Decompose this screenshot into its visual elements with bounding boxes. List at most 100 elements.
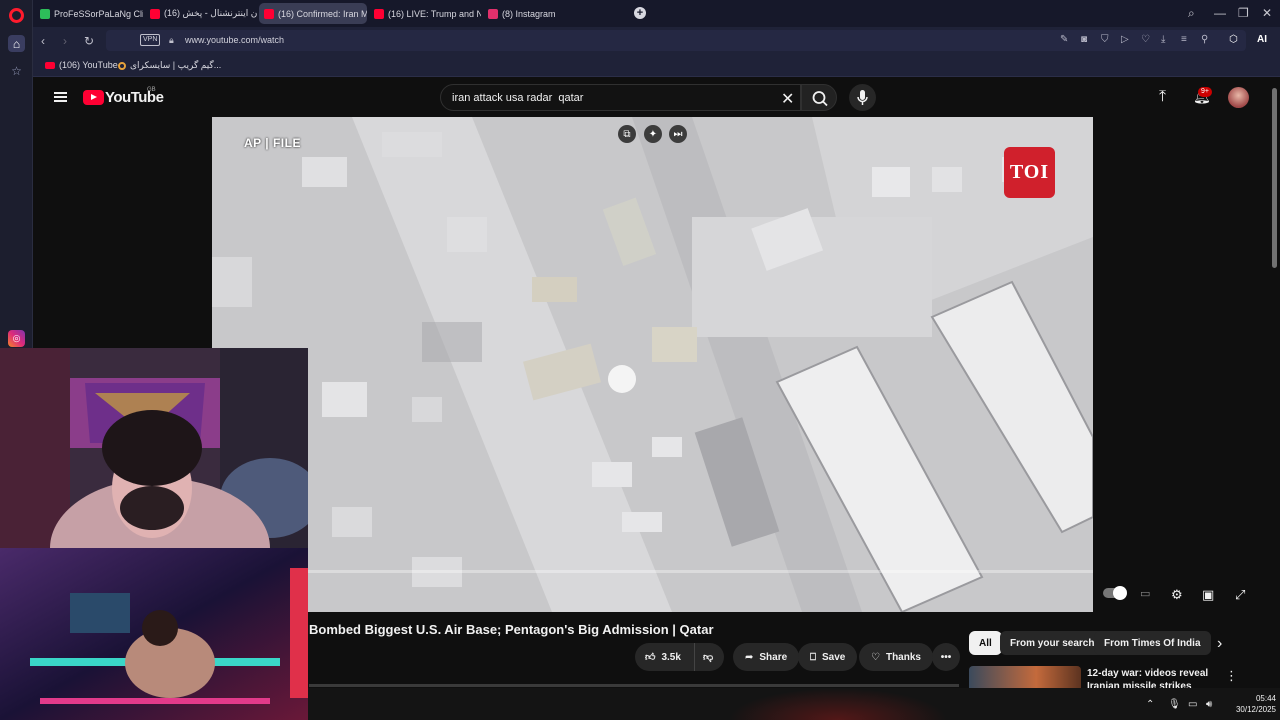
webcam-room-image — [0, 548, 308, 720]
instagram-icon[interactable]: ◎ — [8, 330, 25, 347]
thanks-label: Thanks — [885, 651, 921, 663]
microphone-icon — [857, 90, 868, 105]
ai-sparkle-icon[interactable]: ✦ — [644, 125, 662, 143]
bookmark-icon: ⎕ — [810, 651, 816, 663]
tab-3[interactable]: (16) LIVE: Trump and Neta — [369, 3, 481, 24]
taskbar-glow — [728, 688, 948, 720]
tab-label: (16) LIVE: Trump and Neta — [388, 8, 481, 19]
search-button[interactable] — [801, 84, 837, 111]
thumbs-down-icon: 👎︎ — [703, 652, 714, 663]
search-box[interactable]: ✕ — [440, 84, 801, 111]
webcam-face-image — [0, 348, 308, 548]
new-tab-button[interactable]: + — [634, 7, 646, 19]
notifications-badge: 9+ — [1198, 87, 1212, 97]
clock-date[interactable]: 30/12/2025 — [1226, 705, 1276, 714]
hamburger-menu-icon[interactable] — [54, 92, 67, 102]
tab-2-active[interactable]: (16) Confirmed: Iran M — [259, 3, 367, 24]
search-tabs-icon[interactable]: ⌕ — [1188, 6, 1195, 21]
chip-all[interactable]: All — [969, 631, 1002, 655]
shield-icon[interactable]: ⛉ — [1101, 34, 1109, 45]
upload-icon[interactable]: ⤒ — [1159, 88, 1166, 106]
avatar[interactable] — [1228, 87, 1249, 108]
camera-icon[interactable]: ◙ — [1081, 34, 1087, 45]
voice-search-button[interactable] — [849, 84, 876, 111]
chip-from-your-search[interactable]: From your search — [1000, 631, 1105, 655]
tab-0[interactable]: ProFeSSorPaLaNg Clips - — [35, 3, 143, 24]
tab-1[interactable]: (16) ایران اینترنشنال - پخش — [145, 3, 257, 24]
webcam-room-feed — [0, 548, 308, 720]
dislike-button[interactable]: 👎︎ — [694, 643, 724, 671]
aria-ai-button[interactable]: AI — [1257, 34, 1267, 45]
address-bar-row: ‹ › ↻ VPN 🔒︎ www.youtube.com/watch ✎ ◙ ⛉… — [33, 27, 1280, 54]
settings-gear-icon[interactable]: ⚙ — [1171, 587, 1183, 603]
bookmark-label: (106) YouTube — [59, 60, 118, 70]
video-title: Bombed Biggest U.S. Air Base; Pentagon's… — [309, 622, 714, 637]
source-overlay-label: AP | FILE — [244, 136, 301, 150]
like-button[interactable]: 👍︎ 3.5k — [635, 643, 694, 671]
more-horizontal-icon: ••• — [940, 651, 952, 663]
skip-icon[interactable]: ⏭ — [669, 125, 687, 143]
gamegrip-favicon-icon — [118, 61, 126, 70]
system-taskbar: ⌃ 🎙︎ ▭ 🔊︎ 05:44 30/12/2025 — [308, 688, 1280, 720]
thanks-heart-icon: ♡ — [871, 651, 880, 663]
autoplay-toggle[interactable] — [1103, 586, 1127, 600]
menu-icon[interactable]: ≡ — [1181, 34, 1187, 45]
youtube-logo-icon[interactable] — [83, 90, 104, 105]
edit-icon[interactable]: ✎ — [1060, 34, 1068, 45]
star-icon[interactable]: ☆ — [8, 62, 25, 79]
share-button[interactable]: ➦ Share — [733, 643, 800, 671]
tray-chevron-up-icon[interactable]: ⌃ — [1146, 699, 1154, 710]
video-progress-bar[interactable] — [307, 570, 1093, 573]
search-input[interactable] — [452, 92, 772, 104]
tab-favicon-icon — [40, 8, 50, 19]
heart-icon[interactable]: ♡ — [1141, 34, 1150, 45]
bookmark-gamegrip[interactable]: گیم گریپ | سایسکرای... — [118, 60, 221, 71]
youtube-favicon-icon — [150, 8, 160, 19]
toi-brand-logo: TOI — [1004, 147, 1055, 198]
chevron-right-icon[interactable]: › — [1217, 635, 1222, 653]
forward-icon[interactable]: › — [63, 34, 67, 48]
more-actions-button[interactable]: ••• — [932, 643, 960, 671]
play-icon[interactable]: ▷ — [1121, 34, 1129, 45]
clock-time[interactable]: 05:44 — [1248, 694, 1276, 703]
miniplayer-icon[interactable]: ⧉ — [618, 125, 636, 143]
tab-4[interactable]: (8) Instagram — [483, 3, 593, 24]
share-arrow-icon: ➦ — [745, 651, 754, 663]
url-text[interactable]: www.youtube.com/watch — [185, 35, 284, 45]
chip-from-times-of-india[interactable]: From Times Of India — [1094, 631, 1211, 655]
subtitles-icon[interactable]: ▭ — [1140, 587, 1150, 600]
theater-mode-icon[interactable]: ▣ — [1202, 587, 1214, 603]
like-count: 3.5k — [661, 651, 681, 663]
extension-cube-icon[interactable]: ⬡ — [1229, 34, 1238, 45]
tab-label: (16) Confirmed: Iran M — [278, 8, 367, 19]
vpn-badge[interactable]: VPN — [140, 34, 161, 46]
profile-icon[interactable]: ⚲ — [1201, 34, 1208, 45]
download-icon[interactable]: ⤓ — [1161, 34, 1165, 45]
restore-icon[interactable]: ❐ — [1238, 6, 1249, 20]
tray-speaker-icon[interactable]: 🔊︎ — [1206, 699, 1212, 710]
bookmark-label: گیم گریپ | سایسکرای... — [130, 60, 222, 70]
close-window-icon[interactable]: ✕ — [1262, 6, 1272, 20]
back-icon[interactable]: ‹ — [41, 34, 45, 48]
save-button[interactable]: ⎕ Save — [798, 643, 858, 671]
more-vertical-icon[interactable]: ⋮ — [1225, 668, 1238, 684]
reload-icon[interactable]: ↻ — [84, 34, 94, 48]
minimize-icon[interactable]: — — [1214, 6, 1226, 20]
thanks-button[interactable]: ♡ Thanks — [859, 643, 933, 671]
comments-divider — [309, 684, 959, 687]
home-icon[interactable]: ⌂ — [8, 35, 25, 52]
save-label: Save — [822, 651, 846, 663]
search-icon — [812, 91, 828, 107]
lock-icon[interactable]: 🔒︎ — [169, 35, 174, 46]
tray-network-icon[interactable]: ▭ — [1188, 699, 1197, 710]
thumbs-up-icon: 👍︎ — [645, 652, 656, 663]
bookmark-youtube[interactable]: (106) YouTube — [45, 60, 118, 70]
clear-search-icon[interactable]: ✕ — [781, 89, 794, 109]
video-player[interactable]: AP | FILE TOI ⧉ ✦ ⏭ — [212, 117, 1093, 612]
tray-microphone-icon[interactable]: 🎙︎ — [1168, 699, 1181, 710]
opera-logo-icon[interactable] — [9, 8, 24, 23]
tab-label: (8) Instagram — [502, 8, 556, 19]
fullscreen-icon[interactable]: ⤢ — [1235, 587, 1245, 603]
page-scrollbar[interactable] — [1272, 88, 1277, 268]
youtube-favicon-icon — [264, 8, 274, 19]
